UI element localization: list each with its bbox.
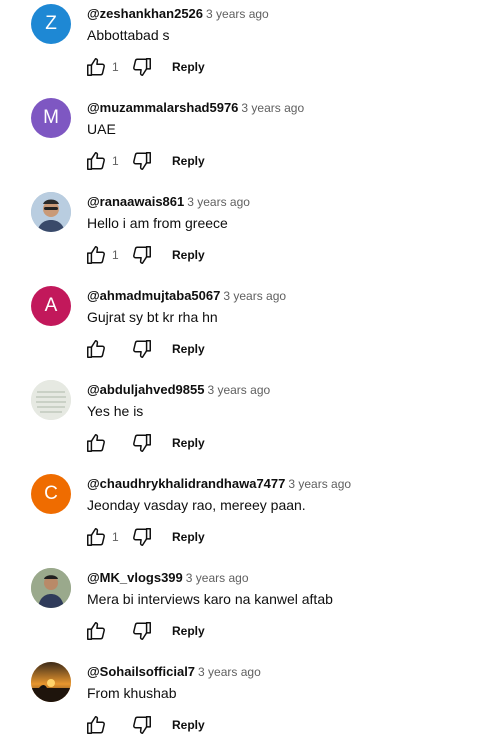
avatar[interactable] bbox=[31, 380, 71, 420]
comment-actions: 1 Reply bbox=[84, 55, 211, 79]
author-name[interactable]: @zeshankhan2526 bbox=[87, 6, 203, 21]
reply-button[interactable]: Reply bbox=[166, 150, 211, 172]
like-icon[interactable] bbox=[84, 243, 108, 267]
comment-text: Hello i am from greece bbox=[87, 215, 228, 231]
dislike-icon[interactable] bbox=[130, 525, 154, 549]
like-icon[interactable] bbox=[84, 525, 108, 549]
comment-header: @chaudhrykhalidrandhawa7477 3 years ago bbox=[87, 475, 351, 493]
author-name[interactable]: @chaudhrykhalidrandhawa7477 bbox=[87, 476, 285, 491]
avatar[interactable] bbox=[31, 568, 71, 608]
comment-text: Mera bi interviews karo na kanwel aftab bbox=[87, 591, 333, 607]
reply-button[interactable]: Reply bbox=[166, 56, 211, 78]
comment-header: @abduljahved9855 3 years ago bbox=[87, 381, 270, 399]
like-icon[interactable] bbox=[84, 337, 108, 361]
like-count: 1 bbox=[112, 154, 119, 168]
like-count: 1 bbox=[112, 530, 119, 544]
comment-time[interactable]: 3 years ago bbox=[187, 195, 250, 209]
comment: @ranaawais861 3 years ago Hello i am from … bbox=[0, 188, 501, 282]
comment-header: @MK_vlogs399 3 years ago bbox=[87, 569, 249, 587]
author-name[interactable]: @ranaawais861 bbox=[87, 194, 184, 209]
comment-text: Gujrat sy bt kr rha hn bbox=[87, 309, 218, 325]
like-icon[interactable] bbox=[84, 149, 108, 173]
dislike-icon[interactable] bbox=[130, 243, 154, 267]
dislike-icon[interactable] bbox=[130, 713, 154, 737]
dislike-icon[interactable] bbox=[130, 431, 154, 455]
comment-actions: Reply bbox=[84, 337, 211, 361]
comment-time[interactable]: 3 years ago bbox=[223, 289, 286, 303]
author-name[interactable]: @MK_vlogs399 bbox=[87, 570, 183, 585]
like-count: 1 bbox=[112, 60, 119, 74]
like-icon[interactable] bbox=[84, 431, 108, 455]
comment-actions: Reply bbox=[84, 619, 211, 643]
author-name[interactable]: @muzammalarshad5976 bbox=[87, 100, 238, 115]
comment-time[interactable]: 3 years ago bbox=[207, 383, 270, 397]
avatar[interactable]: C bbox=[31, 474, 71, 514]
comment-time[interactable]: 3 years ago bbox=[186, 571, 249, 585]
comment-actions: 1 Reply bbox=[84, 243, 211, 267]
avatar[interactable]: Z bbox=[31, 4, 71, 44]
avatar[interactable] bbox=[31, 192, 71, 232]
dislike-icon[interactable] bbox=[130, 55, 154, 79]
author-name[interactable]: @ahmadmujtaba5067 bbox=[87, 288, 220, 303]
reply-button[interactable]: Reply bbox=[166, 526, 211, 548]
comment-header: @ahmadmujtaba5067 3 years ago bbox=[87, 287, 286, 305]
avatar-letter: Z bbox=[45, 13, 57, 34]
comment: @Sohailsofficial7 3 years ago From khushab… bbox=[0, 658, 501, 752]
avatar[interactable] bbox=[31, 662, 71, 702]
comment-time[interactable]: 3 years ago bbox=[288, 477, 351, 491]
like-icon[interactable] bbox=[84, 713, 108, 737]
dislike-icon[interactable] bbox=[130, 337, 154, 361]
comment: M @muzammalarshad5976 3 years ago UAE 1 Reply bbox=[0, 94, 501, 188]
comment-text: Jeonday vasday rao, mereey paan. bbox=[87, 497, 306, 513]
comment: @MK_vlogs399 3 years ago Mera bi interview… bbox=[0, 564, 501, 658]
comment-actions: Reply bbox=[84, 713, 211, 737]
reply-button[interactable]: Reply bbox=[166, 338, 211, 360]
comment-text: UAE bbox=[87, 121, 116, 137]
author-name[interactable]: @abduljahved9855 bbox=[87, 382, 204, 397]
comment-time[interactable]: 3 years ago bbox=[241, 101, 304, 115]
reply-button[interactable]: Reply bbox=[166, 620, 211, 642]
comment-header: @ranaawais861 3 years ago bbox=[87, 193, 250, 211]
comment-header: @zeshankhan2526 3 years ago bbox=[87, 5, 269, 23]
avatar[interactable]: A bbox=[31, 286, 71, 326]
comment-time[interactable]: 3 years ago bbox=[206, 7, 269, 21]
avatar-letter: M bbox=[43, 107, 59, 128]
like-icon[interactable] bbox=[84, 55, 108, 79]
author-name[interactable]: @Sohailsofficial7 bbox=[87, 664, 195, 679]
comment-actions: 1 Reply bbox=[84, 525, 211, 549]
comment: @abduljahved9855 3 years ago Yes he is Repl… bbox=[0, 376, 501, 470]
comment-actions: 1 Reply bbox=[84, 149, 211, 173]
dislike-icon[interactable] bbox=[130, 619, 154, 643]
avatar-letter: A bbox=[44, 295, 58, 316]
dislike-icon[interactable] bbox=[130, 149, 154, 173]
reply-button[interactable]: Reply bbox=[166, 432, 211, 454]
comment-text: Abbottabad s bbox=[87, 27, 170, 43]
comment: Z @zeshankhan2526 3 years ago Abbottabad s 1… bbox=[0, 0, 501, 94]
avatar-letter: C bbox=[44, 483, 58, 504]
reply-button[interactable]: Reply bbox=[166, 244, 211, 266]
comment-time[interactable]: 3 years ago bbox=[198, 665, 261, 679]
comment-header: @Sohailsofficial7 3 years ago bbox=[87, 663, 261, 681]
like-icon[interactable] bbox=[84, 619, 108, 643]
comment-actions: Reply bbox=[84, 431, 211, 455]
comment-text: Yes he is bbox=[87, 403, 144, 419]
comment-text: From khushab bbox=[87, 685, 177, 701]
comment: C @chaudhrykhalidrandhawa7477 3 years ago J… bbox=[0, 470, 501, 564]
comment-header: @muzammalarshad5976 3 years ago bbox=[87, 99, 304, 117]
like-count: 1 bbox=[112, 248, 119, 262]
comment: A @ahmadmujtaba5067 3 years ago Gujrat sy b… bbox=[0, 282, 501, 376]
reply-button[interactable]: Reply bbox=[166, 714, 211, 736]
avatar[interactable]: M bbox=[31, 98, 71, 138]
